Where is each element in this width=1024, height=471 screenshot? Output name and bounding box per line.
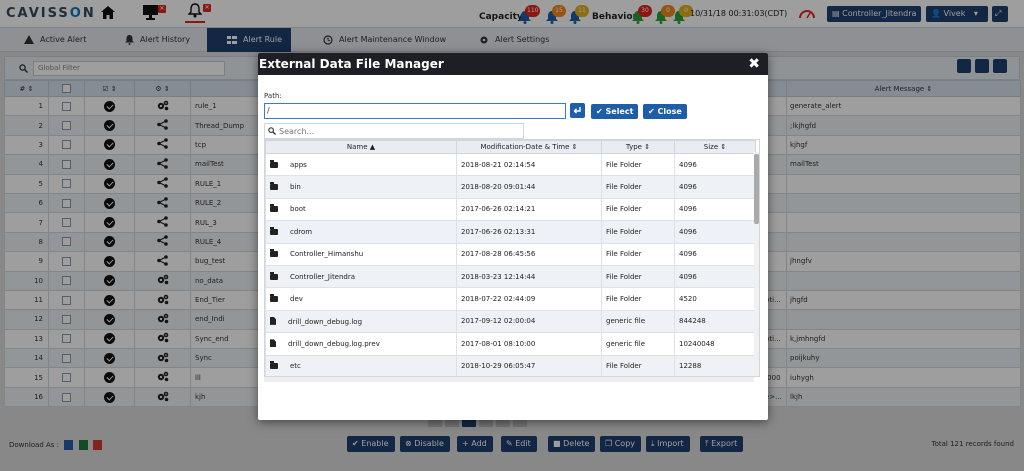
file-type: generic file [601,309,675,334]
file-size: 4096 [674,264,756,289]
file-manager-dialog: External Data File Manager ✖ Path: / ✔ S… [258,53,768,420]
path-input[interactable]: / [264,103,566,119]
folder-icon [270,204,278,213]
folder-icon [270,249,278,258]
file-name[interactable]: etc [265,354,457,376]
file-size: 844248 [674,309,756,334]
file-row[interactable]: dev 2018-07-22 02:44:09 File Folder 4520 [265,287,756,311]
close-button[interactable]: ✔ Close [643,104,687,119]
file-size: 4096 [674,197,756,222]
file-size: 12288 [674,354,756,376]
file-size: 4520 [674,287,756,311]
check-icon: ✔ [648,107,658,116]
file-row[interactable]: cdrom 2017-06-26 02:13:31 File Folder 4096 [265,220,756,244]
file-type: File Folder [601,264,675,289]
file-row[interactable]: drill_down_debug.log.prev 2017-08-01 08:1… [265,332,756,356]
file-modified: 2018-10-29 06:05:47 [456,354,602,376]
folder-icon [270,294,278,303]
file-row[interactable]: drill_down_debug.log 2017-09-12 02:00:04 g… [265,309,756,334]
path-label: Path: [264,92,282,100]
file-modified: 2018-03-23 12:14:44 [456,264,602,289]
folder-icon [270,182,278,191]
folder-icon [270,159,278,168]
file-type: File Folder [601,152,675,177]
file-name[interactable]: cdrom [265,220,457,244]
file-icon [270,316,276,325]
folder-icon [270,226,278,235]
file-type: File Folder [601,242,675,266]
file-search-input[interactable] [279,125,519,137]
file-search-box [264,123,524,139]
file-list-hscrollbar[interactable] [264,377,754,382]
file-size: 4096 [674,152,756,177]
file-size: 4096 [674,242,756,266]
file-modified: 2017-08-01 08:10:00 [456,332,602,356]
file-modified: 2018-08-20 09:01:44 [456,175,602,199]
file-icon [270,339,276,348]
select-button[interactable]: ✔ Select [591,104,639,119]
file-name[interactable]: boot [265,197,457,222]
check-icon: ✔ [596,107,606,116]
file-list-scrollbar[interactable] [754,152,759,376]
file-table: Name ▲ Modification-Date & Time ⇕ Type ⇕… [265,140,756,376]
file-name[interactable]: Controller_Jitendra [265,264,457,289]
file-type: File Folder [601,197,675,222]
file-name[interactable]: drill_down_debug.log.prev [265,332,457,356]
file-row[interactable]: Controller_Jitendra 2018-03-23 12:14:44 Fi… [265,264,756,289]
close-icon[interactable]: ✖ [748,53,760,75]
col-file-name[interactable]: Name ▲ [265,140,457,154]
file-modified: 2017-06-26 02:14:21 [456,197,602,222]
file-modified: 2017-09-12 02:00:04 [456,309,602,334]
folder-icon [270,361,278,370]
file-type: File Folder [601,175,675,199]
dialog-header: External Data File Manager ✖ [258,53,768,75]
file-row[interactable]: Controller_Himanshu 2017-08-28 06:45:56 Fi… [265,242,756,266]
col-file-type[interactable]: Type ⇕ [601,140,675,154]
file-name[interactable]: Controller_Himanshu [265,242,457,266]
search-icon [268,127,276,135]
file-modified: 2017-08-28 06:45:56 [456,242,602,266]
file-name[interactable]: drill_down_debug.log [265,309,457,334]
enter-icon [573,107,581,114]
file-modified: 2018-08-21 02:14:54 [456,152,602,177]
file-type: File Folder [601,287,675,311]
file-list: Name ▲ Modification-Date & Time ⇕ Type ⇕… [264,139,760,377]
file-modified: 2018-07-22 02:44:09 [456,287,602,311]
file-size: 10240048 [674,332,756,356]
file-modified: 2017-06-26 02:13:31 [456,220,602,244]
file-size: 4096 [674,175,756,199]
file-type: File Folder [601,354,675,376]
col-file-size[interactable]: Size ⇕ [674,140,756,154]
file-row[interactable]: apps 2018-08-21 02:14:54 File Folder 4096 [265,152,756,177]
enter-path-button[interactable] [570,103,585,118]
dialog-title: External Data File Manager [259,57,444,71]
file-type: generic file [601,332,675,356]
file-type: File Folder [601,220,675,244]
file-name[interactable]: bin [265,175,457,199]
file-name[interactable]: apps [265,152,457,177]
file-row[interactable]: etc 2018-10-29 06:05:47 File Folder 12288 [265,354,756,376]
file-row[interactable]: boot 2017-06-26 02:14:21 File Folder 4096 [265,197,756,222]
folder-icon [270,271,278,280]
file-size: 4096 [674,220,756,244]
file-row[interactable]: bin 2018-08-20 09:01:44 File Folder 4096 [265,175,756,199]
col-modified[interactable]: Modification-Date & Time ⇕ [456,140,602,154]
file-name[interactable]: dev [265,287,457,311]
